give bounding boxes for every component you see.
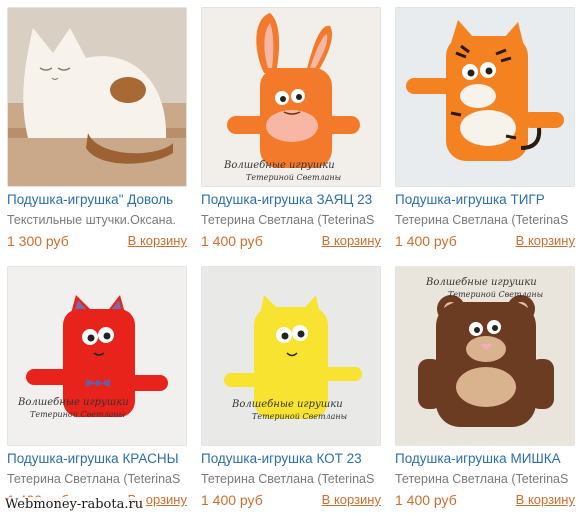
- yellow-cat-toy-icon: Волшебные игрушки Тетериной Светланы: [202, 267, 380, 445]
- product-title[interactable]: Подушка-игрушка ТИГР: [395, 192, 575, 212]
- signature-text: Волшебные игрушки: [223, 160, 335, 171]
- product-title[interactable]: Подушка-игрушка КОТ 23: [201, 451, 381, 471]
- product-image-red-cat[interactable]: Волшебные игрушки Тетериной Светланы: [7, 266, 187, 446]
- add-to-cart-link[interactable]: В корзину: [322, 233, 381, 248]
- product-image-white-cat[interactable]: [7, 7, 187, 187]
- signature-subtext: Тетериной Светланы: [246, 173, 341, 182]
- product-image-tiger[interactable]: [395, 7, 575, 187]
- orange-tiger-toy-icon: [396, 8, 574, 186]
- product-card: Волшебные игрушки Тетериной Светланы Под…: [7, 266, 187, 511]
- product-card: Волшебные игрушки Тетериной Светланы Под…: [201, 266, 381, 511]
- product-image-bunny[interactable]: Волшебные игрушки Тетериной Светланы: [201, 7, 381, 187]
- product-image-yellow-cat[interactable]: Волшебные игрушки Тетериной Светланы: [201, 266, 381, 446]
- shop-name[interactable]: Тетерина Светлана (TeterinaS: [201, 472, 381, 490]
- product-price: 1 300 руб: [7, 233, 69, 249]
- product-price: 1 400 руб: [395, 233, 457, 249]
- product-image-brown-bear[interactable]: Волшебные игрушки Тетериной Светланы: [395, 266, 575, 446]
- product-title[interactable]: Подушка-игрушка ЗАЯЦ 23: [201, 192, 381, 212]
- signature-subtext: Тетериной Светланы: [30, 410, 125, 419]
- product-grid: Подушка-игрушка" Доволь Текстильные штуч…: [0, 0, 580, 513]
- orange-bunny-toy-icon: Волшебные игрушки Тетериной Светланы: [202, 8, 380, 186]
- signature-text: Волшебные игрушки: [425, 277, 537, 288]
- red-cat-toy-icon: Волшебные игрушки Тетериной Светланы: [8, 267, 186, 445]
- product-card: Волшебные игрушки Тетериной Светланы Под…: [395, 266, 575, 511]
- shop-name[interactable]: Тетерина Светлана (TeterinaS: [7, 472, 187, 490]
- shop-name[interactable]: Тетерина Светлана (TeterinaS: [201, 213, 381, 231]
- shop-name[interactable]: Текстильные штучки.Оксана.: [7, 213, 187, 231]
- product-title[interactable]: Подушка-игрушка" Доволь: [7, 192, 187, 212]
- product-price: 1 400 руб: [201, 233, 263, 249]
- add-to-cart-link[interactable]: В корзину: [322, 492, 381, 507]
- signature-text: Волшебные игрушки: [17, 397, 129, 408]
- signature-subtext: Тетериной Светланы: [448, 290, 543, 299]
- signature-subtext: Тетериной Светланы: [252, 412, 347, 421]
- add-to-cart-link[interactable]: В корзину: [516, 233, 575, 248]
- add-to-cart-link[interactable]: В корзину: [128, 233, 187, 248]
- shop-name[interactable]: Тетерина Светлана (TeterinaS: [395, 213, 575, 231]
- product-card: Подушка-игрушка" Доволь Текстильные штуч…: [7, 7, 187, 252]
- product-card: Подушка-игрушка ТИГР Тетерина Светлана (…: [395, 7, 575, 252]
- product-price: 1 400 руб: [201, 492, 263, 508]
- shop-name[interactable]: Тетерина Светлана (TeterinaS: [395, 472, 575, 490]
- product-card: Волшебные игрушки Тетериной Светланы Под…: [201, 7, 381, 252]
- signature-text: Волшебные игрушки: [231, 399, 343, 410]
- site-watermark: Webmoney-rabota.ru: [2, 497, 147, 512]
- product-title[interactable]: Подушка-игрушка МИШКА: [395, 451, 575, 471]
- brown-bear-toy-icon: Волшебные игрушки Тетериной Светланы: [396, 267, 574, 445]
- add-to-cart-link[interactable]: В корзину: [516, 492, 575, 507]
- product-price: 1 400 руб: [395, 492, 457, 508]
- white-cat-pillow-icon: [8, 8, 186, 186]
- product-title[interactable]: Подушка-игрушка КРАСНЫ: [7, 451, 187, 471]
